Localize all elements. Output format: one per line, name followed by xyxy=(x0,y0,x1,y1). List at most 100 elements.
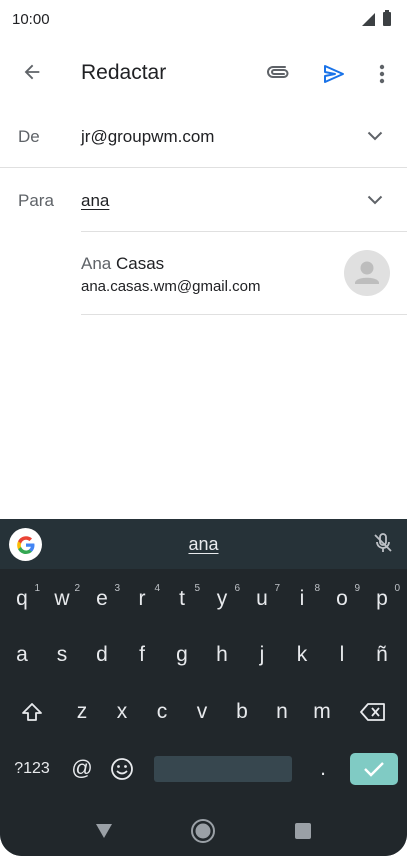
key-hint: 4 xyxy=(154,583,160,594)
symbols-key[interactable]: ?123 xyxy=(9,744,55,794)
nav-home-button[interactable] xyxy=(186,814,220,848)
suggestion-last-name: Casas xyxy=(115,254,165,273)
keyboard-suggestion-word: ana xyxy=(188,534,219,554)
suggestion-name: Ana Casas xyxy=(81,254,164,274)
contact-suggestion[interactable]: Ana Casas ana.casas.wm@gmail.com xyxy=(81,232,407,314)
shift-icon xyxy=(22,703,42,721)
from-dropdown-button[interactable] xyxy=(365,126,385,146)
key-v[interactable]: v xyxy=(182,687,222,737)
navigation-bar xyxy=(0,806,407,856)
app-bar: Redactar xyxy=(0,44,407,102)
from-field-row[interactable]: De jr@groupwm.com xyxy=(0,104,407,168)
key-n[interactable]: n xyxy=(262,687,302,737)
key-f[interactable]: f xyxy=(122,630,162,680)
paperclip-icon xyxy=(267,66,289,78)
key-m[interactable]: m xyxy=(302,687,342,737)
send-icon xyxy=(324,65,344,83)
emoji-icon xyxy=(111,758,133,780)
key-label: w xyxy=(54,587,70,610)
key-k[interactable]: k xyxy=(282,630,322,680)
key-t[interactable]: t5 xyxy=(162,574,202,624)
from-label: De xyxy=(18,127,40,146)
key-e[interactable]: e3 xyxy=(82,574,122,624)
battery-icon xyxy=(383,10,391,26)
check-icon xyxy=(364,762,384,777)
backspace-icon xyxy=(360,703,385,721)
key-u[interactable]: u7 xyxy=(242,574,282,624)
key-c[interactable]: c xyxy=(142,687,182,737)
to-input[interactable]: ana xyxy=(81,191,109,211)
key-hint: 9 xyxy=(354,583,360,594)
emoji-key[interactable] xyxy=(102,744,142,794)
key-i[interactable]: i8 xyxy=(282,574,322,624)
keyboard-suggestion-bar: ana xyxy=(0,519,407,569)
back-button[interactable] xyxy=(14,54,50,90)
key-w[interactable]: w2 xyxy=(42,574,82,624)
mic-off-button[interactable] xyxy=(371,531,395,555)
at-key[interactable]: @ xyxy=(62,744,102,794)
key-label: p xyxy=(376,587,388,610)
keyboard: ana q1 w2 e3 r4 t5 y6 u7 i8 o9 p0 a s d … xyxy=(0,519,407,856)
nav-recents-button[interactable] xyxy=(286,814,320,848)
key-a[interactable]: a xyxy=(2,630,42,680)
key-hint: 3 xyxy=(114,583,120,594)
to-dropdown-button[interactable] xyxy=(365,190,385,210)
person-icon xyxy=(355,261,379,284)
key-hint: 6 xyxy=(234,583,240,594)
key-label: r xyxy=(138,587,146,610)
arrow-back-icon xyxy=(24,64,40,80)
status-time: 10:00 xyxy=(12,11,50,28)
page-title: Redactar xyxy=(81,61,167,84)
attach-button[interactable] xyxy=(262,56,298,92)
key-label: o xyxy=(336,587,348,610)
suggestion-first-name: Ana xyxy=(81,254,112,273)
key-label: q xyxy=(16,587,28,610)
key-label: e xyxy=(96,587,108,610)
key-hint: 7 xyxy=(274,583,280,594)
key-hint: 0 xyxy=(394,583,400,594)
key-d[interactable]: d xyxy=(82,630,122,680)
key-o[interactable]: o9 xyxy=(322,574,362,624)
suggestion-email: ana.casas.wm@gmail.com xyxy=(81,278,261,295)
key-g[interactable]: g xyxy=(162,630,202,680)
shift-key[interactable] xyxy=(12,687,52,737)
from-value[interactable]: jr@groupwm.com xyxy=(81,127,214,147)
key-l[interactable]: l xyxy=(322,630,362,680)
key-y[interactable]: y6 xyxy=(202,574,242,624)
divider xyxy=(81,314,407,315)
key-hint: 1 xyxy=(34,583,40,594)
key-p[interactable]: p0 xyxy=(362,574,402,624)
key-label: u xyxy=(256,587,268,610)
key-j[interactable]: j xyxy=(242,630,282,680)
key-hint: 5 xyxy=(194,583,200,594)
enter-key[interactable] xyxy=(350,753,398,785)
to-label: Para xyxy=(18,191,54,210)
nav-home-icon xyxy=(191,819,215,843)
status-icons xyxy=(362,10,391,26)
chevron-down-icon xyxy=(367,131,383,141)
nav-back-button[interactable] xyxy=(87,814,121,848)
key-q[interactable]: q1 xyxy=(2,574,42,624)
key-s[interactable]: s xyxy=(42,630,82,680)
status-bar: 10:00 xyxy=(0,0,407,40)
key-b[interactable]: b xyxy=(222,687,262,737)
key-label: t xyxy=(179,587,185,610)
key-r[interactable]: r4 xyxy=(122,574,162,624)
period-key[interactable]: . xyxy=(303,744,343,794)
nav-back-icon xyxy=(96,824,112,838)
space-key[interactable] xyxy=(154,756,292,782)
key-z[interactable]: z xyxy=(62,687,102,737)
nav-recents-icon xyxy=(295,823,311,839)
to-field-row[interactable]: Para ana xyxy=(0,168,407,232)
signal-icon xyxy=(362,12,375,26)
keyboard-suggestion[interactable]: ana xyxy=(0,534,407,555)
more-options-button[interactable] xyxy=(364,56,400,92)
key-label: i xyxy=(299,587,305,610)
backspace-key[interactable] xyxy=(353,687,393,737)
chevron-down-icon xyxy=(367,195,383,205)
key-h[interactable]: h xyxy=(202,630,242,680)
key-x[interactable]: x xyxy=(102,687,142,737)
send-button[interactable] xyxy=(316,56,352,92)
more-vert-icon xyxy=(379,64,385,84)
key-n-tilde[interactable]: ñ xyxy=(362,630,402,680)
